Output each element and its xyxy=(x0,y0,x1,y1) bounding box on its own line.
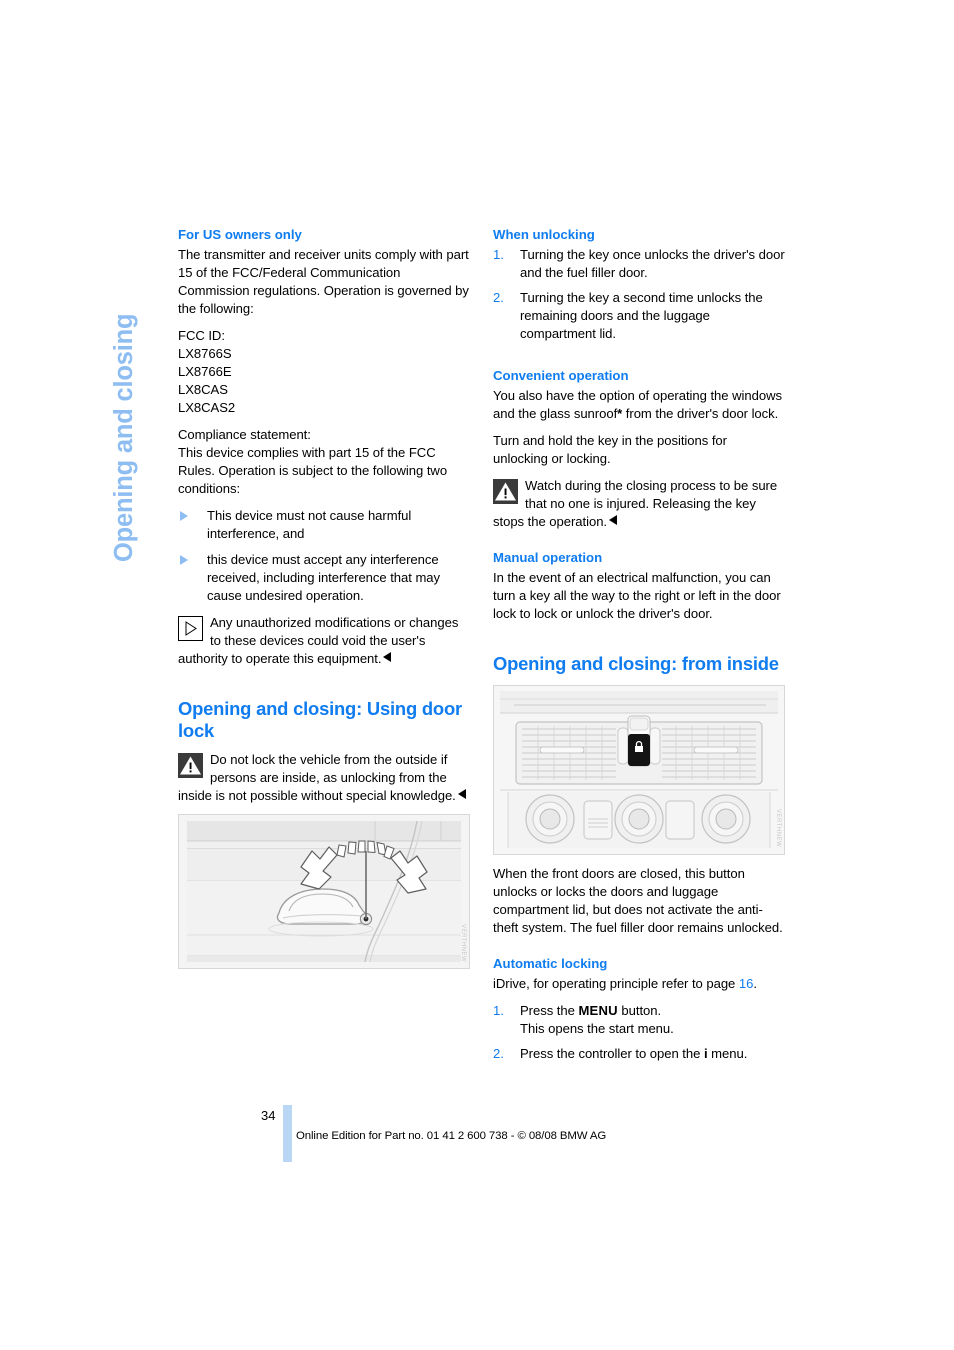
step-number: 2. xyxy=(493,1045,504,1061)
heading-opening-closing-from-inside: Opening and closing: from inside xyxy=(493,653,779,675)
step-number: 2. xyxy=(493,290,504,306)
page-number-bar xyxy=(283,1105,292,1162)
step-text: Turning the key once unlocks the driver'… xyxy=(520,247,785,281)
step-text-secondary: This opens the start menu. xyxy=(520,1020,674,1036)
menu-button-label: MENU xyxy=(578,1002,618,1018)
warning-note-text: Watch during the closing process to be s… xyxy=(493,478,778,530)
heading-for-us-owners-only: For US owners only xyxy=(178,227,302,242)
list-item: This device must not cause harmful inter… xyxy=(178,507,470,543)
step-text-suffix: menu. xyxy=(707,1045,748,1061)
end-of-note-marker xyxy=(609,515,618,526)
paragraph-turn-and-hold: Turn and hold the key in the positions f… xyxy=(493,433,727,467)
step-text-prefix: Press the controller to open the xyxy=(520,1045,704,1061)
paragraph-convenient-part2: from the driver's door lock. xyxy=(622,406,779,422)
idrive-text-suffix: . xyxy=(753,975,757,991)
end-of-note-marker xyxy=(457,789,466,800)
chapter-title: Opening and closing xyxy=(110,313,138,562)
fcc-id-value: LX8CAS xyxy=(178,382,228,398)
paragraph-compliance-conditions: This device complies with part 15 of the… xyxy=(178,445,448,497)
manual-page: Opening and closing For US owners only T… xyxy=(0,0,954,1350)
paragraph-transmitter-compliance: The transmitter and receiver units compl… xyxy=(178,247,469,317)
step-number: 1. xyxy=(493,247,504,263)
hint-note-text: Any unauthorized modifications or change… xyxy=(178,615,459,667)
list-item: 1. Turning the key once unlocks the driv… xyxy=(493,246,785,282)
end-of-note-marker xyxy=(383,652,392,663)
step-number: 1. xyxy=(493,1002,504,1018)
footer-edition-line: Online Edition for Part no. 01 41 2 600 … xyxy=(296,1130,607,1142)
list-item-label: this device must accept any interference… xyxy=(207,552,441,604)
hint-note-modifications: Any unauthorized modifications or change… xyxy=(178,614,470,668)
label-compliance-statement: Compliance statement: xyxy=(178,427,311,443)
idrive-text-prefix: iDrive, for operating principle refer to… xyxy=(493,975,739,991)
hint-triangle-icon xyxy=(178,616,203,642)
heading-opening-closing-door-lock: Opening and closing: Using door lock xyxy=(178,698,462,742)
figure-door-lock-illustration: VERTHNEW xyxy=(178,814,470,970)
chapter-rail: Opening and closing xyxy=(110,226,158,566)
paragraph-convenient-operation: You also have the option of operating th… xyxy=(493,387,785,423)
triangle-bullet-icon xyxy=(180,511,188,522)
heading-automatic-locking: Automatic locking xyxy=(493,955,608,971)
list-item: 2. Turning the key a second time unlocks… xyxy=(493,289,785,343)
warning-note-closing-process: Watch during the closing process to be s… xyxy=(493,477,785,531)
right-column: When unlocking 1. Turning the key once u… xyxy=(493,226,785,1072)
warning-note-do-not-lock: Do not lock the vehicle from the outside… xyxy=(178,751,470,805)
when-unlocking-steps: 1. Turning the key once unlocks the driv… xyxy=(493,246,785,343)
center-console-drawing xyxy=(494,685,784,854)
list-item: 1. Press the MENU button. This opens the… xyxy=(493,1002,785,1038)
compliance-conditions-list: This device must not cause harmful inter… xyxy=(178,507,470,605)
page-number: 34 xyxy=(261,1108,276,1123)
step-text-suffix: button. xyxy=(617,1002,662,1018)
warning-triangle-icon xyxy=(178,753,203,779)
fcc-id-value: LX8766S xyxy=(178,346,232,362)
figure-code-label: VERTHNEW xyxy=(460,924,466,963)
warning-note-text: Do not lock the vehicle from the outside… xyxy=(178,752,456,804)
list-item: 2. Press the controller to open the i me… xyxy=(493,1045,785,1063)
figure-code-label: VERTHNEW xyxy=(775,809,781,848)
heading-manual-operation: Manual operation xyxy=(493,550,603,566)
fcc-id-value: LX8766E xyxy=(178,364,232,380)
paragraph-inside-button-function: When the front doors are closed, this bu… xyxy=(493,865,783,935)
warning-triangle-icon xyxy=(493,479,518,505)
step-text-prefix: Press the xyxy=(520,1002,579,1018)
fcc-id-value: LX8CAS2 xyxy=(178,400,236,416)
automatic-locking-steps: 1. Press the MENU button. This opens the… xyxy=(493,1002,785,1063)
list-item-label: This device must not cause harmful inter… xyxy=(207,508,412,542)
door-lock-drawing xyxy=(179,815,469,969)
label-fcc-id: FCC ID: xyxy=(178,328,225,344)
page-reference-link[interactable]: 16 xyxy=(739,976,754,991)
list-item: this device must accept any interference… xyxy=(178,551,470,605)
paragraph-manual-operation: In the event of an electrical malfunctio… xyxy=(493,570,781,622)
triangle-bullet-icon xyxy=(180,555,188,566)
heading-convenient-operation: Convenient operation xyxy=(493,368,629,384)
left-column: For US owners only The transmitter and r… xyxy=(178,226,470,970)
heading-when-unlocking: When unlocking xyxy=(493,227,595,242)
figure-center-console-illustration: VERTHNEW xyxy=(493,684,785,855)
step-text: Turning the key a second time unlocks th… xyxy=(520,290,763,342)
paragraph-idrive-reference: iDrive, for operating principle refer to… xyxy=(493,975,785,993)
